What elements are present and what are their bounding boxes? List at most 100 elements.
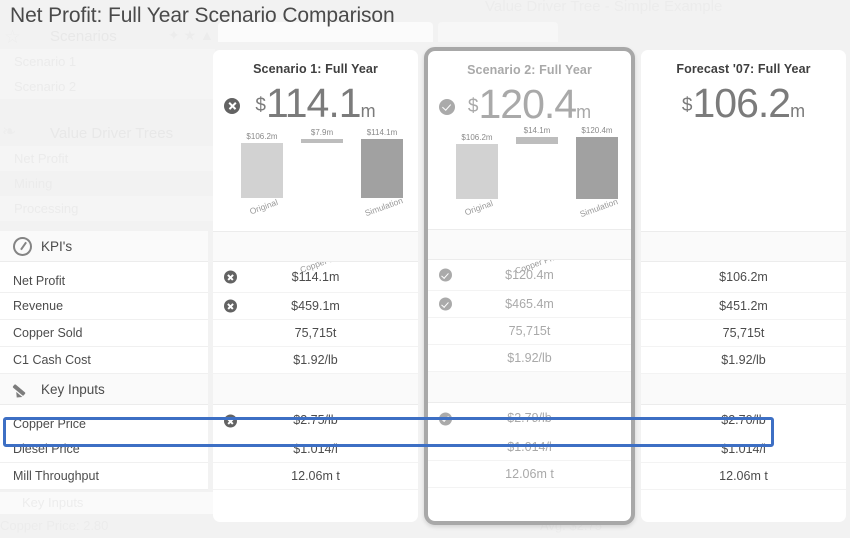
chart-category-label: Simulation: [578, 196, 620, 220]
scenario-value-rows: $114.1m $459.1m 75,715t $1.92/lb $2.75/lb $1.…: [213, 231, 418, 490]
section-spacer: [213, 231, 418, 262]
chart-bar: $120.4m Simulation: [576, 126, 619, 219]
value-cell[interactable]: $1.92/lb: [428, 345, 631, 372]
section-spacer: [641, 374, 846, 405]
row-label-panel: KPI's Net Profit Revenue Copper Sold C1 …: [0, 231, 208, 490]
gauge-icon: [13, 236, 32, 256]
cell-status: [224, 405, 237, 436]
background-copper-price-text: Copper Price: 2.80: [0, 518, 109, 533]
chart-bar: $7.9mCopper Price: [299, 128, 349, 275]
background-sidebar-item-scenario-2: Scenario 2: [0, 74, 215, 99]
section-spacer: [213, 374, 418, 405]
row-label-revenue[interactable]: Revenue: [0, 293, 208, 320]
row-label-c1-cash-cost[interactable]: C1 Cash Cost: [0, 347, 208, 374]
background-sidebar-header-2: Value Driver Trees: [50, 125, 174, 142]
scenario-card-header: Scenario 2: Full Year: [467, 63, 592, 77]
cell-status: [224, 262, 237, 293]
chart-category-label: Original: [463, 197, 495, 218]
section-label: KPI's: [41, 238, 73, 254]
chart-category-label: Simulation: [363, 195, 405, 219]
chart-bar-rect: [241, 143, 283, 198]
value-cell[interactable]: $1.92/lb: [213, 347, 418, 374]
row-label-diesel-price[interactable]: Diesel Price: [0, 436, 208, 463]
chart-bar: $14.1m Copper Price: [514, 126, 564, 276]
status-check-icon: [439, 297, 452, 311]
scenario-value-rows: $120.4m $465.4m 75,715t $1.92/lb $2.79/lb $1.…: [428, 229, 631, 488]
chart-bar-rect: [301, 139, 343, 143]
status-check-icon: [439, 268, 452, 282]
value-cell[interactable]: 12.06m t: [428, 461, 631, 488]
scenario-status-badge[interactable]: [224, 97, 240, 115]
star-icon: ☆: [4, 27, 22, 48]
background-sidebar-icons: ✦ ★ ▲: [168, 27, 214, 43]
status-cross-icon: [224, 270, 237, 284]
value-cell[interactable]: 12.06m t: [213, 463, 418, 490]
scenario-card-3[interactable]: Forecast '07: Full Year $106.2m $106.2m $45…: [641, 50, 846, 522]
waterfall-chart: $106.2m Original $14.1m Copper Price $120.4m…: [442, 126, 619, 276]
chart-bar: $106.2m Original: [241, 132, 283, 216]
cell-status: [224, 293, 237, 320]
section-header-key-inputs: Key Inputs: [0, 374, 208, 405]
scenario-card-2[interactable]: Scenario 2: Full Year $120.4m $106.2m Origi…: [424, 47, 635, 525]
chart-bar-label: $114.1m: [366, 128, 398, 137]
chart-bar-rect: [361, 139, 403, 198]
background-tab-2: [438, 22, 558, 42]
background-sidebar: Scenarios Scenario 1 Scenario 2 Value Dr…: [0, 24, 215, 221]
value-cell[interactable]: $2.75/lb: [213, 405, 418, 436]
section-label: Key Inputs: [41, 381, 105, 397]
value-cell[interactable]: $2.79/lb: [428, 403, 631, 434]
status-check-icon: [439, 412, 452, 426]
background-app-title: Value Driver Tree - Simple Example: [485, 0, 723, 15]
value-cell[interactable]: $1.92/lb: [641, 347, 846, 374]
chart-bar-rect: [456, 144, 498, 199]
share-icon: ❧: [2, 122, 17, 141]
value-cell[interactable]: $120.4m: [428, 260, 631, 291]
chart-bar-label: $106.2m: [246, 132, 278, 141]
background-sidebar-item-scenario-1: Scenario 1: [0, 49, 215, 74]
value-cell[interactable]: $451.2m: [641, 293, 846, 320]
status-cross-icon: [224, 299, 237, 313]
value-cell[interactable]: $2.70/lb: [641, 405, 846, 436]
background-sidebar-item-mining: Mining: [14, 176, 53, 191]
scenario-comparison-screen: Value Driver Tree - Simple Example Edit …: [0, 0, 850, 538]
row-label-copper-price[interactable]: Copper Price: [0, 405, 208, 436]
scenario-card-header: Forecast '07: Full Year: [676, 62, 811, 76]
status-cross-icon: [224, 414, 237, 428]
background-sidebar-item-net-profit: Net Profit: [0, 146, 215, 171]
section-spacer: [428, 372, 631, 403]
value-cell[interactable]: $1.014/l: [641, 436, 846, 463]
row-label-net-profit[interactable]: Net Profit: [0, 262, 208, 293]
value-cell[interactable]: $465.4m: [428, 291, 631, 318]
status-cross-icon: [224, 97, 240, 114]
chart-category-label: Original: [248, 196, 280, 217]
scenario-value-rows: $106.2m $451.2m 75,715t $1.92/lb $2.70/lb $1.…: [641, 231, 846, 490]
scenario-card-1[interactable]: Scenario 1: Full Year $114.1m $106.2m Origi…: [213, 50, 418, 522]
chart-bar-label: $7.9m: [310, 128, 334, 137]
scenario-headline-value: $114.1m: [255, 80, 376, 126]
cell-status: [439, 291, 452, 318]
row-label-mill-throughput[interactable]: Mill Throughput: [0, 463, 208, 490]
scenario-card-header: Scenario 1: Full Year: [253, 62, 378, 76]
value-cell[interactable]: $114.1m: [213, 262, 418, 293]
row-label-copper-sold[interactable]: Copper Sold: [0, 320, 208, 347]
scenario-headline-value: $120.4m: [467, 81, 592, 127]
value-cell[interactable]: $106.2m: [641, 262, 846, 293]
cell-status: [439, 260, 452, 291]
scenario-status-badge[interactable]: [439, 98, 455, 116]
section-spacer: [428, 229, 631, 260]
chart-bar-label: $120.4m: [581, 126, 613, 135]
value-cell[interactable]: 75,715t: [213, 320, 418, 347]
chart-bar-rect: [516, 137, 558, 144]
value-cell[interactable]: 75,715t: [428, 318, 631, 345]
value-cell[interactable]: 12.06m t: [641, 463, 846, 490]
value-cell[interactable]: $459.1m: [213, 293, 418, 320]
section-header-kpis: KPI's: [0, 231, 208, 262]
value-cell[interactable]: $1.014/l: [213, 436, 418, 463]
value-cell[interactable]: $1.014/l: [428, 434, 631, 461]
chart-bar-label: $106.2m: [461, 133, 493, 142]
scenario-headline-value: $106.2m: [681, 80, 806, 126]
value-cell[interactable]: 75,715t: [641, 320, 846, 347]
waterfall-chart: $106.2m Original $7.9mCopper Price $114.1m S…: [227, 128, 405, 275]
section-spacer: [641, 231, 846, 262]
chart-bar-label: $14.1m: [523, 126, 551, 135]
